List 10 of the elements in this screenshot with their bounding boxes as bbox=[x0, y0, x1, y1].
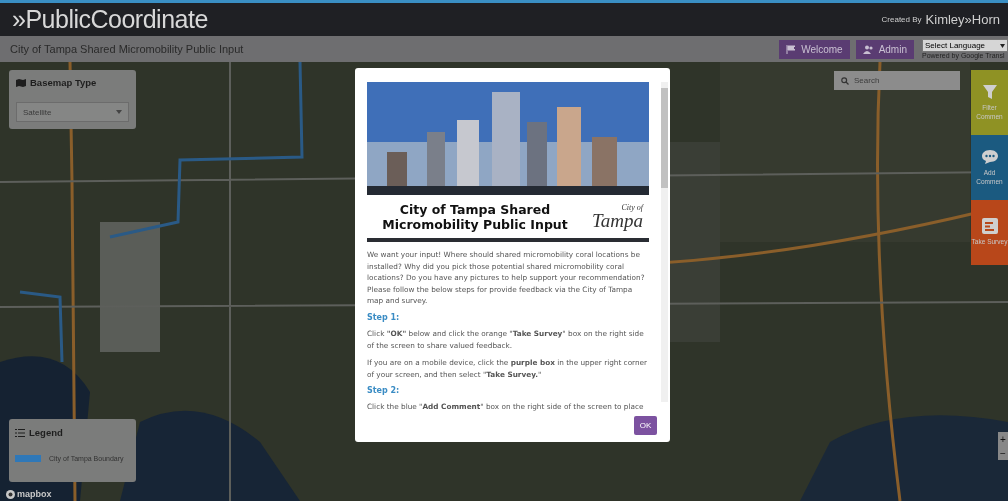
project-title: City of Tampa Shared Micromobility Public Input bbox=[10, 43, 245, 55]
admin-button[interactable]: Admin bbox=[855, 39, 914, 59]
caret-icon bbox=[1000, 43, 1005, 48]
app-logo: »PublicCoordinate bbox=[12, 5, 208, 34]
flag-icon bbox=[786, 44, 797, 54]
users-icon bbox=[862, 44, 874, 54]
credit-text: Created By bbox=[881, 15, 922, 24]
company-logo: Kimley»Horn bbox=[925, 12, 1000, 27]
welcome-button[interactable]: Welcome bbox=[779, 39, 850, 59]
language-select[interactable]: Select Language bbox=[922, 39, 1008, 52]
